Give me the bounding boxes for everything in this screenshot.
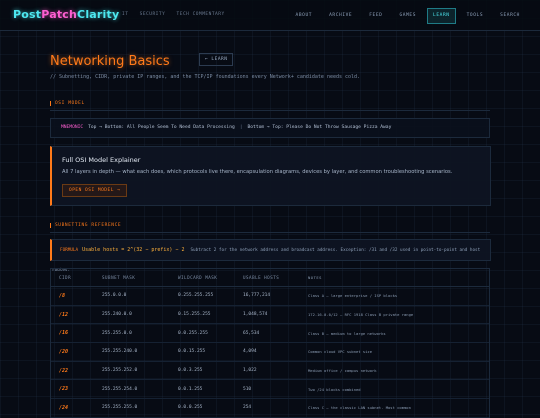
cell-mask: 255.255.0.0: [102, 330, 132, 336]
subnet-formula-bar: FORMULA Usable hosts = 2^(32 − prefix) − …: [50, 239, 491, 273]
cell-hosts: 16,777,214: [243, 293, 271, 299]
section-divider: [50, 110, 490, 111]
section-divider: [50, 232, 490, 233]
top-navigation-bar: PostPatchClarity IT SECURITY TECH COMMEN…: [0, 0, 540, 31]
cell-cidr: /8: [59, 292, 66, 299]
nav-archive[interactable]: ARCHIVE: [323, 8, 358, 24]
header-notes: NOTES: [308, 275, 322, 280]
table-header: CIDR SUBNET MASK WILDCARD MASK USABLE HO…: [51, 269, 489, 287]
mnemonic-top-down: Top → Bottom: All People Seem To Need Da…: [88, 125, 235, 130]
nav-feed[interactable]: FEED: [363, 8, 388, 24]
cell-notes: 172.16.0.0/12 — RFC 1918 Class B private…: [308, 312, 414, 318]
cell-mask: 255.255.255.0: [102, 405, 138, 411]
cell-wildcard: 0.0.255.255: [178, 330, 208, 336]
logo-text-patch: Patch: [41, 8, 78, 21]
subnet-table: CIDR SUBNET MASK WILDCARD MASK USABLE HO…: [50, 268, 490, 418]
site-logo[interactable]: PostPatchClarity: [13, 8, 119, 21]
cell-mask: 255.255.240.0: [102, 349, 138, 355]
subnetting-section-label: SUBNETTING REFERENCE: [50, 223, 121, 228]
page-title: Networking Basics: [50, 54, 170, 69]
cell-notes: Two /24 blocks combined: [308, 386, 361, 392]
header-wildcard-mask: WILDCARD MASK: [178, 275, 218, 280]
cell-notes: Class B — medium to large networks: [308, 330, 386, 336]
header-subnet-mask: SUBNET MASK: [102, 275, 136, 280]
nav-about[interactable]: ABOUT: [290, 8, 319, 24]
cell-hosts: 1,048,574: [243, 312, 268, 318]
cell-cidr: /20: [59, 348, 69, 355]
cell-notes: Common cloud VPC subnet size: [308, 349, 373, 355]
cell-notes: Class C — the classic LAN subnet. Most c…: [308, 405, 411, 411]
cell-mask: 255.255.252.0: [102, 368, 138, 374]
table-row: /24 255.255.255.0 0.0.0.255 254 Class C …: [51, 399, 489, 418]
card-title: Full OSI Model Explainer: [62, 156, 141, 164]
mnemonic-separator: |: [239, 125, 243, 130]
mnemonic-bottom-up: Bottom → Top: Please Do Not Throw Sausag…: [247, 125, 392, 130]
table-row: /22 255.255.252.0 0.0.3.255 1,022 Medium…: [51, 362, 489, 381]
cell-notes: Class A — large enterprise / ISP blocks: [308, 293, 398, 299]
site-categories: IT SECURITY TECH COMMENTARY: [122, 12, 233, 17]
nav-learn[interactable]: LEARN: [427, 8, 456, 24]
cell-hosts: 1,022: [243, 368, 257, 374]
cell-notes: Medium office / campus network: [308, 368, 377, 374]
table-row: /12 255.240.0.0 0.15.255.255 1,048,574 1…: [51, 306, 489, 325]
cell-cidr: /23: [59, 386, 69, 393]
category-it[interactable]: IT: [122, 12, 128, 17]
header-cidr: CIDR: [59, 275, 72, 280]
cell-cidr: /24: [59, 404, 69, 411]
cell-wildcard: 0.0.0.255: [178, 405, 203, 411]
table-row: /8 255.0.0.0 0.255.255.255 16,777,214 Cl…: [51, 287, 489, 306]
table-row: /20 255.255.240.0 0.0.15.255 4,094 Commo…: [51, 343, 489, 362]
main-nav: ABOUT ARCHIVE FEED GAMES LEARN TOOLS SEA…: [290, 8, 526, 24]
cell-cidr: /16: [59, 330, 69, 337]
category-tech-commentary[interactable]: TECH COMMENTARY: [177, 12, 225, 17]
cell-mask: 255.255.254.0: [102, 386, 138, 392]
open-osi-model-button[interactable]: OPEN OSI MODEL →: [62, 184, 128, 197]
cell-hosts: 65,534: [243, 330, 260, 336]
cell-hosts: 4,094: [243, 349, 257, 355]
cell-mask: 255.240.0.0: [102, 312, 132, 318]
logo-text-post: Post: [13, 8, 42, 21]
cell-wildcard: 0.255.255.255: [178, 293, 214, 299]
card-description: All 7 layers in depth — what each does, …: [62, 169, 453, 175]
cell-cidr: /12: [59, 311, 69, 318]
nav-search[interactable]: SEARCH: [494, 8, 526, 24]
table-row: /16 255.255.0.0 0.0.255.255 65,534 Class…: [51, 324, 489, 344]
formula-expression: Usable hosts = 2^(32 − prefix) − 2: [82, 247, 185, 253]
osi-mnemonic-bar: MNEMONIC Top → Bottom: All People Seem To…: [50, 118, 490, 138]
cell-wildcard: 0.0.15.255: [178, 349, 206, 355]
mnemonic-tag: MNEMONIC: [61, 125, 84, 130]
cell-hosts: 510: [243, 386, 252, 392]
cell-mask: 255.0.0.0: [102, 293, 127, 299]
osi-explainer-card: Full OSI Model Explainer All 7 layers in…: [50, 146, 491, 206]
logo-text-clarity: Clarity: [77, 8, 120, 21]
page-subtitle: // Subnetting, CIDR, private IP ranges, …: [50, 74, 361, 80]
cell-cidr: /22: [59, 367, 69, 374]
cell-wildcard: 0.0.1.255: [178, 386, 203, 392]
table-row: /23 255.255.254.0 0.0.1.255 510 Two /24 …: [51, 380, 489, 400]
header-usable-hosts: USABLE HOSTS: [243, 275, 280, 280]
cell-wildcard: 0.0.3.255: [178, 368, 203, 374]
cell-hosts: 254: [243, 405, 252, 411]
category-security[interactable]: SECURITY: [140, 12, 166, 17]
osi-section-label: OSI MODEL: [50, 101, 85, 106]
formula-tag: FORMULA: [60, 248, 79, 253]
nav-tools[interactable]: TOOLS: [461, 8, 490, 24]
cell-wildcard: 0.15.255.255: [178, 312, 211, 318]
nav-games[interactable]: GAMES: [394, 8, 423, 24]
back-to-learn-link[interactable]: ← LEARN: [199, 53, 234, 66]
